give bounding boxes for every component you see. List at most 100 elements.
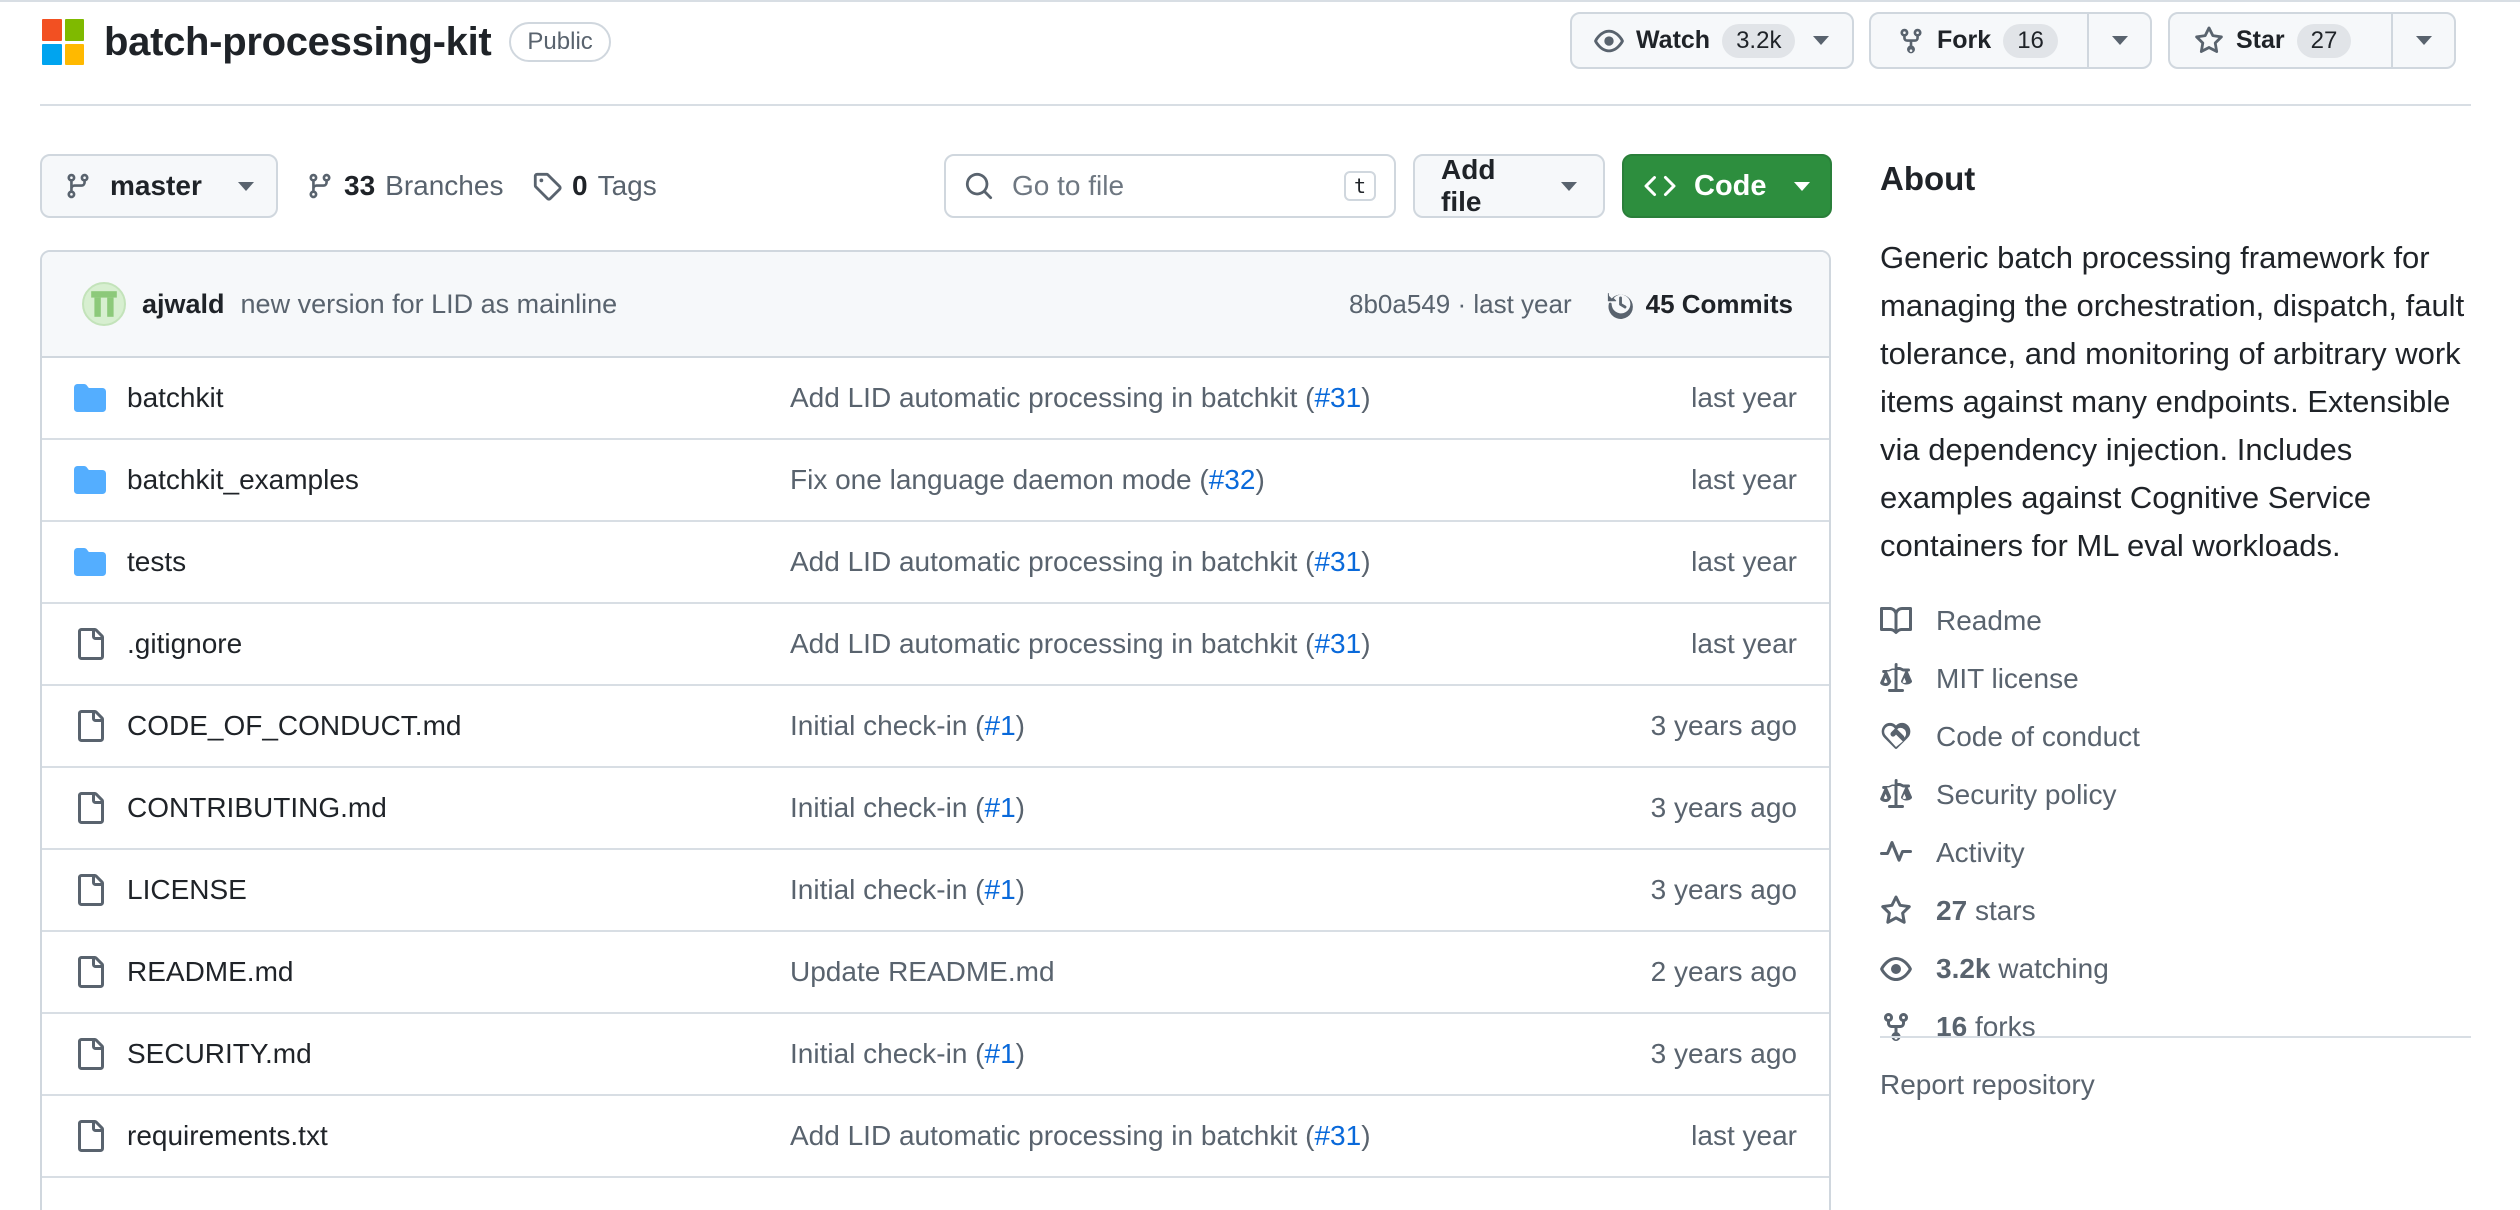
- chevron-down-icon: [2415, 36, 2432, 45]
- commits-link[interactable]: 45 Commits: [1606, 289, 1793, 320]
- watch-button[interactable]: Watch 3.2k: [1572, 14, 1849, 67]
- file-commit-message[interactable]: Initial check-in (#1): [790, 874, 1025, 906]
- file-name[interactable]: CONTRIBUTING.md: [127, 792, 387, 824]
- commits-count: 45 Commits: [1645, 288, 1793, 319]
- file-name[interactable]: batchkit_examples: [127, 464, 359, 496]
- stat-value: 27: [1936, 895, 1968, 926]
- pr-link[interactable]: #31: [1314, 382, 1361, 413]
- branch-selector[interactable]: master: [40, 154, 278, 218]
- pr-link[interactable]: #1: [985, 1038, 1016, 1069]
- star-dropdown-button[interactable]: [2391, 14, 2454, 67]
- commit-message-end: ): [1015, 1038, 1025, 1069]
- file-row[interactable]: batchkit_examples Fix one language daemon…: [42, 440, 1829, 522]
- folder-icon: [74, 466, 106, 494]
- about-link-code-of-conduct[interactable]: Code of conduct: [1880, 708, 2480, 766]
- file-date: 3 years ago: [1650, 710, 1797, 741]
- file-row[interactable]: CODE_OF_CONDUCT.md Initial check-in (#1) 3…: [42, 686, 1829, 768]
- about-sidebar: About Generic batch processing framework…: [1880, 160, 2480, 1114]
- file-name[interactable]: requirements.txt: [127, 1120, 328, 1152]
- file-name[interactable]: batchkit: [127, 382, 224, 414]
- pr-link[interactable]: #1: [985, 792, 1016, 823]
- commit-author[interactable]: ajwald: [142, 289, 225, 320]
- eye-icon: [1594, 29, 1624, 52]
- file-row[interactable]: requirements.txt Add LID automatic proces…: [42, 1096, 1829, 1178]
- file-commit-message[interactable]: Add LID automatic processing in batchkit…: [790, 382, 1371, 414]
- file-name[interactable]: tests: [127, 546, 186, 578]
- fork-dropdown-button[interactable]: [2087, 14, 2150, 67]
- repo-logo: [40, 17, 86, 67]
- file-row[interactable]: tests Add LID automatic processing in bat…: [42, 522, 1829, 604]
- file-row[interactable]: batchkit Add LID automatic processing in …: [42, 358, 1829, 440]
- file-name[interactable]: LICENSE: [127, 874, 247, 906]
- file-commit-message[interactable]: Add LID automatic processing in batchkit…: [790, 546, 1371, 578]
- search-icon: [965, 172, 993, 200]
- code-icon: [1644, 175, 1676, 197]
- file-name[interactable]: SECURITY.md: [127, 1038, 312, 1070]
- file-row[interactable]: .gitignore Add LID automatic processing i…: [42, 604, 1829, 686]
- stat-label: stars: [1974, 895, 2036, 926]
- commit-message-end: ): [1015, 792, 1025, 823]
- file-row[interactable]: SECURITY.md Initial check-in (#1) 3 years …: [42, 1014, 1829, 1096]
- about-divider: [1880, 1036, 2471, 1038]
- watch-group: Watch 3.2k: [1570, 12, 1854, 69]
- file-row[interactable]: LICENSE Initial check-in (#1) 3 years ago: [42, 850, 1829, 932]
- file-commit-message[interactable]: Initial check-in (#1): [790, 792, 1025, 824]
- pr-link[interactable]: #31: [1314, 546, 1361, 577]
- stat-label: watching: [1998, 953, 2109, 984]
- about-link-readme[interactable]: Readme: [1880, 592, 2480, 650]
- file-commit-message[interactable]: Initial check-in (#1): [790, 1038, 1025, 1070]
- file-commit-message[interactable]: Fix one language daemon mode (#32): [790, 464, 1265, 496]
- fork-group: Fork 16: [1869, 12, 2152, 69]
- identicon-icon: [91, 291, 117, 317]
- commit-message-end: ): [1015, 710, 1025, 741]
- about-stat-forks[interactable]: 16 forks: [1880, 998, 2480, 1056]
- commit-hash-time[interactable]: 8b0a549 · last year: [1349, 289, 1572, 320]
- file-date: last year: [1691, 628, 1797, 659]
- fork-button[interactable]: Fork 16: [1871, 14, 2087, 67]
- about-stat-watching[interactable]: 3.2k watching: [1880, 940, 2480, 998]
- about-link-security-policy[interactable]: Security policy: [1880, 766, 2480, 824]
- file-date: last year: [1691, 546, 1797, 577]
- file-commit-message[interactable]: Update README.md: [790, 956, 1055, 988]
- pr-link[interactable]: #1: [985, 710, 1016, 741]
- pr-link[interactable]: #31: [1314, 628, 1361, 659]
- file-icon: [78, 628, 104, 660]
- fork-label: Fork: [1937, 26, 1992, 54]
- tags-count: 0: [572, 170, 588, 201]
- pr-link[interactable]: #31: [1314, 1120, 1361, 1151]
- star-icon: [1881, 895, 1911, 924]
- pr-link[interactable]: #1: [985, 874, 1016, 905]
- file-name[interactable]: .gitignore: [127, 628, 242, 660]
- go-to-file-placeholder: Go to file: [1012, 170, 1125, 201]
- file-date: last year: [1691, 382, 1797, 413]
- file-name[interactable]: README.md: [127, 956, 293, 988]
- tags-link[interactable]: 0 Tags: [532, 154, 657, 218]
- branches-link[interactable]: 33 Branches: [306, 154, 503, 218]
- about-links: Readme MIT license Code of conduct Security…: [1880, 592, 2480, 1056]
- file-name[interactable]: CODE_OF_CONDUCT.md: [127, 710, 461, 742]
- shortcut-hint: t: [1343, 171, 1376, 201]
- repo-name[interactable]: batch-processing-kit: [104, 20, 492, 65]
- file-row[interactable]: CONTRIBUTING.md Initial check-in (#1) 3 ye…: [42, 768, 1829, 850]
- file-row[interactable]: README.md Update README.md 2 years ago: [42, 932, 1829, 1014]
- file-commit-message[interactable]: Add LID automatic processing in batchkit…: [790, 628, 1371, 660]
- report-repository-link[interactable]: Report repository: [1880, 1056, 2480, 1114]
- go-to-file-input[interactable]: Go to file t: [944, 154, 1396, 218]
- code-button[interactable]: Code: [1622, 154, 1832, 218]
- branch-name: master: [110, 170, 202, 201]
- commit-message-text: Add LID automatic processing in batchkit…: [790, 1120, 1315, 1151]
- commit-message-text: Fix one language daemon mode (: [790, 464, 1209, 495]
- file-commit-message[interactable]: Initial check-in (#1): [790, 710, 1025, 742]
- pr-link[interactable]: #32: [1209, 464, 1256, 495]
- file-commit-message[interactable]: Add LID automatic processing in batchkit…: [790, 1120, 1371, 1152]
- about-link-mit-license[interactable]: MIT license: [1880, 650, 2480, 708]
- chevron-down-icon: [238, 181, 254, 191]
- commit-message-end: ): [1255, 464, 1265, 495]
- add-file-button[interactable]: Add file: [1413, 154, 1605, 218]
- commit-message[interactable]: new version for LID as mainline: [241, 289, 618, 320]
- about-link-activity[interactable]: Activity: [1880, 824, 2480, 882]
- avatar[interactable]: [82, 282, 126, 326]
- about-stat-text: 16 forks: [1936, 1011, 2036, 1043]
- about-stat-stars[interactable]: 27 stars: [1880, 882, 2480, 940]
- star-button[interactable]: Star 27: [2170, 14, 2391, 67]
